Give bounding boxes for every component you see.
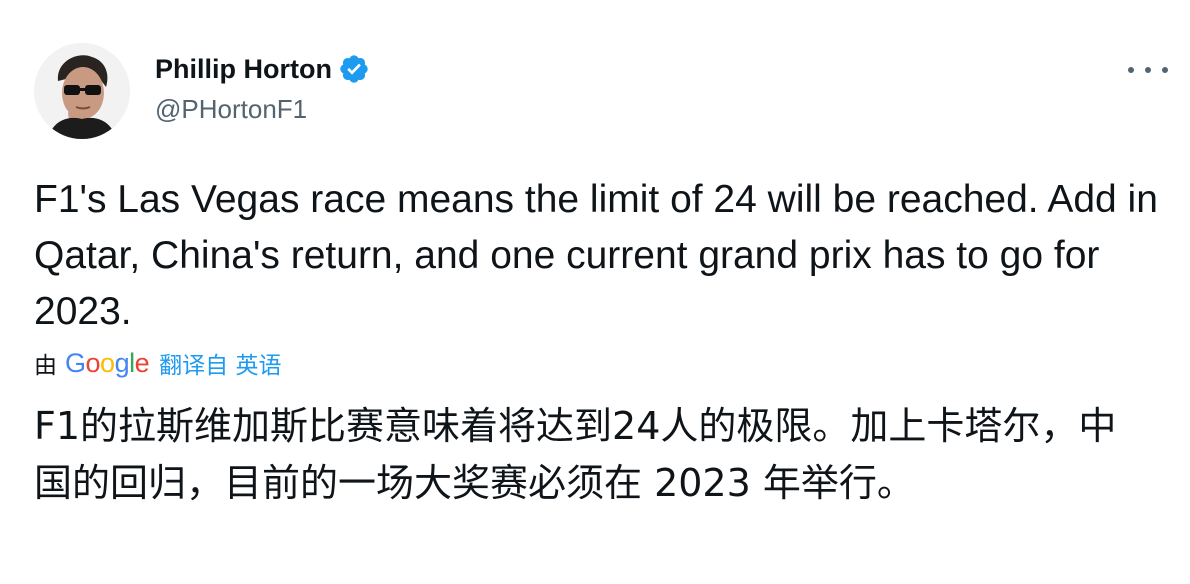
tweet-text: F1's Las Vegas race means the limit of 2… <box>34 178 1158 333</box>
google-logo: Google <box>65 347 150 378</box>
verified-badge-icon <box>338 53 370 85</box>
translated-by-label: 由 <box>34 353 57 379</box>
author-handle[interactable]: @PHortonF1 <box>155 94 307 125</box>
translation-attribution: 由 Google 翻译自 英语 <box>34 345 281 381</box>
avatar[interactable] <box>34 43 130 139</box>
translated-from-link[interactable]: 翻译自 英语 <box>159 346 281 380</box>
more-horizontal-icon <box>1128 67 1134 73</box>
author-name-row[interactable]: Phillip Horton <box>155 52 370 86</box>
more-options-button[interactable] <box>1128 60 1168 80</box>
tweet-card: Phillip Horton @PHortonF1 F1's Las Vegas… <box>0 0 1190 584</box>
more-horizontal-icon <box>1162 67 1168 73</box>
translated-tweet-text: F1的拉斯维加斯比赛意味着将达到24人的极限。加上卡塔尔，中国的回归，目前的一场… <box>34 404 1117 505</box>
more-horizontal-icon <box>1145 67 1151 73</box>
avatar-image <box>34 43 130 139</box>
author-display-name[interactable]: Phillip Horton <box>155 54 332 85</box>
